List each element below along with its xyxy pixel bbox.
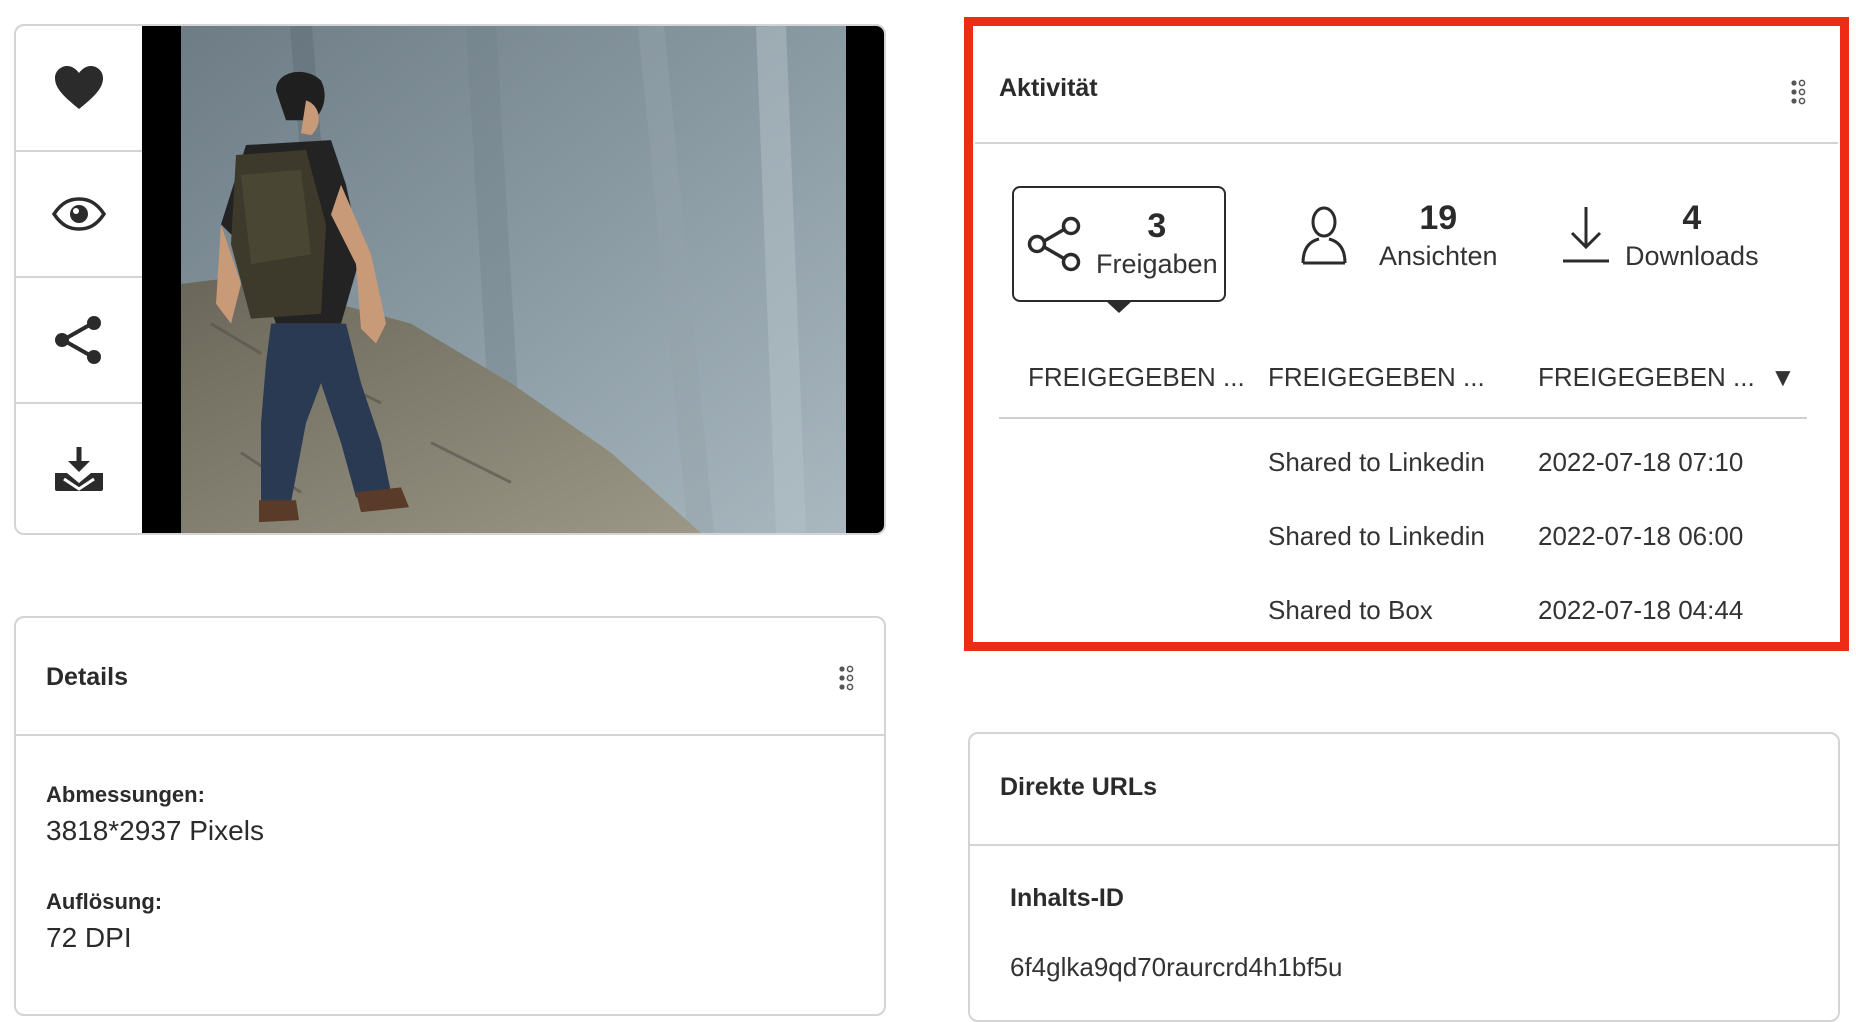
shares-stat: 3 Freigaben <box>1096 206 1218 282</box>
column-header-shared-at[interactable]: FREIGEGEBEN ... ▼ <box>1538 362 1796 393</box>
details-header: Details <box>16 618 884 736</box>
media-preview-card <box>14 24 886 535</box>
resolution-label: Auflösung: <box>46 889 163 914</box>
shares-label: Freigaben <box>1096 249 1218 279</box>
eye-icon <box>52 197 106 231</box>
heart-icon <box>55 66 103 109</box>
share-button[interactable] <box>16 278 142 404</box>
shared-to-cell: Shared to Linkedin <box>1268 447 1485 477</box>
shared-at-cell: 2022-07-18 04:44 <box>1538 595 1744 625</box>
dimensions-value: 3818*2937 Pixels <box>46 815 264 846</box>
table-divider <box>999 417 1807 419</box>
view-button[interactable] <box>16 152 142 278</box>
tab-views[interactable]: 19 Ansichten <box>1299 198 1498 274</box>
activity-header: Aktivität <box>975 22 1838 144</box>
shares-count: 3 <box>1147 207 1167 245</box>
downloads-stat: 4 Downloads <box>1625 198 1759 274</box>
media-action-rail <box>16 26 142 533</box>
column-header-shared-to[interactable]: FREIGEGEBEN ... <box>1268 362 1485 393</box>
shared-to-cell: Shared to Linkedin <box>1268 521 1485 551</box>
shared-to-cell: Shared to Box <box>1268 595 1433 625</box>
downloads-label: Downloads <box>1625 241 1759 271</box>
column-header-shared-at-label: FREIGEGEBEN ... <box>1538 362 1755 392</box>
drag-handle-icon[interactable] <box>838 665 854 691</box>
downloads-count: 4 <box>1682 199 1702 237</box>
content-id-label: Inhalts-ID <box>1010 884 1124 912</box>
shared-at-cell: 2022-07-18 06:00 <box>1538 521 1744 551</box>
activity-card: Aktivität 3 Freigaben 19 Ansichten 4 Dow… <box>964 17 1849 651</box>
drag-handle-icon[interactable] <box>1790 79 1806 105</box>
sort-desc-icon: ▼ <box>1769 362 1796 392</box>
share-icon <box>55 316 101 364</box>
share-outline-icon <box>1027 216 1081 272</box>
shared-at-cell: 2022-07-18 07:10 <box>1538 447 1744 477</box>
direct-urls-header: Direkte URLs <box>970 734 1838 846</box>
direct-urls-title: Direkte URLs <box>1000 773 1157 801</box>
resolution-value: 72 DPI <box>46 922 132 953</box>
views-stat: 19 Ansichten <box>1379 198 1498 274</box>
dimensions-label: Abmessungen: <box>46 782 205 807</box>
download-icon <box>1563 207 1609 263</box>
favorite-button[interactable] <box>16 26 142 152</box>
image-preview[interactable] <box>142 26 884 533</box>
activity-title: Aktivität <box>999 74 1098 102</box>
views-count: 19 <box>1419 199 1458 237</box>
tab-downloads[interactable]: 4 Downloads <box>1561 198 1759 274</box>
hiker-photo <box>181 26 846 533</box>
content-id-value[interactable]: 6f4glka9qd70raurcrd4h1bf5u <box>1010 952 1342 983</box>
download-tray-icon <box>55 446 103 491</box>
views-label: Ansichten <box>1379 241 1498 271</box>
column-header-shared-by[interactable]: FREIGEGEBEN ... <box>1028 362 1245 393</box>
user-outline-icon <box>1301 206 1347 265</box>
details-card: Details Abmessungen: 3818*2937 Pixels Au… <box>14 616 886 1016</box>
download-button[interactable] <box>16 404 142 533</box>
direct-urls-card: Direkte URLs Inhalts-ID 6f4glka9qd70raur… <box>968 732 1840 1022</box>
tab-shares[interactable]: 3 Freigaben <box>1012 186 1226 313</box>
details-title: Details <box>46 663 128 691</box>
